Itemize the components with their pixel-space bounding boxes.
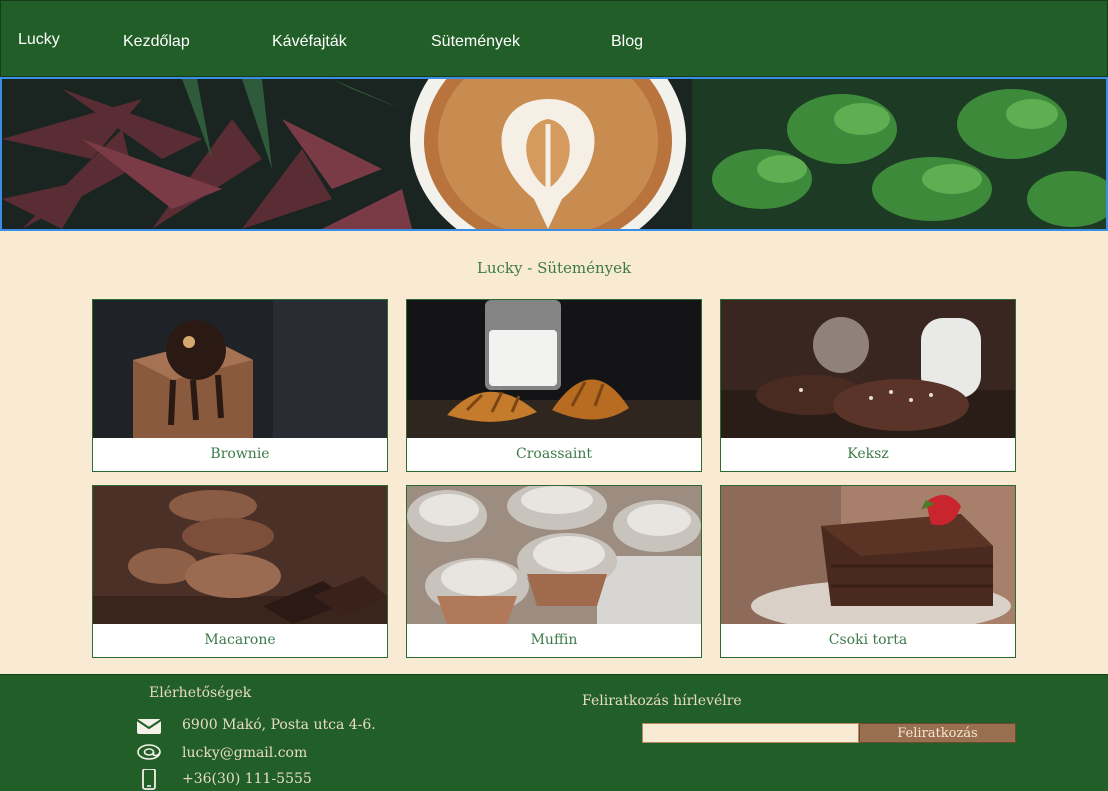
hero-banner	[0, 77, 1108, 231]
product-card-macarone[interactable]: Macarone	[92, 485, 388, 658]
product-label: Croassaint	[407, 438, 701, 471]
nav-link-home[interactable]: Kezdőlap	[123, 33, 190, 51]
nav-link-pastries[interactable]: Sütemények	[431, 33, 520, 51]
address-text: 6900 Makó, Posta utca 4-6.	[182, 717, 376, 733]
product-card-muffin[interactable]: Muffin	[406, 485, 702, 658]
product-label: Csoki torta	[721, 624, 1015, 657]
product-image	[721, 486, 1015, 624]
footer: Elérhetőségek 6900 Makó, Posta utca 4-6.…	[0, 674, 1108, 791]
contact-title: Elérhetőségek	[149, 685, 252, 701]
product-card-cookie[interactable]: Keksz	[720, 299, 1016, 472]
product-card-chocolate-cake[interactable]: Csoki torta	[720, 485, 1016, 658]
at-sign-icon	[136, 743, 162, 765]
product-image	[407, 300, 701, 438]
top-nav: Lucky Kezdőlap Kávéfajták Sütemények Blo…	[0, 0, 1108, 77]
section-title: Lucky - Sütemények	[476, 259, 632, 277]
newsletter-title: Feliratkozás hírlevélre	[582, 693, 742, 709]
nav-link-blog[interactable]: Blog	[611, 33, 643, 51]
email-link[interactable]: lucky@gmail.com	[182, 745, 307, 761]
product-card-croissant[interactable]: Croassaint	[406, 299, 702, 472]
product-image	[721, 300, 1015, 438]
product-label: Macarone	[93, 624, 387, 657]
product-image	[93, 300, 387, 438]
pastries-section: Lucky - Sütemények Brownie Croassaint Ke…	[0, 231, 1108, 674]
newsletter-email-input[interactable]	[642, 723, 859, 743]
hero-image	[2, 79, 1106, 229]
subscribe-button[interactable]: Feliratkozás	[859, 723, 1016, 743]
product-label: Muffin	[407, 624, 701, 657]
envelope-icon	[136, 715, 162, 737]
product-label: Brownie	[93, 438, 387, 471]
phone-text: +36(30) 111-5555	[182, 771, 312, 787]
brand-logo[interactable]: Lucky	[18, 31, 60, 49]
product-label: Keksz	[721, 438, 1015, 471]
phone-icon	[136, 768, 162, 791]
product-card-brownie[interactable]: Brownie	[92, 299, 388, 472]
nav-link-coffee-types[interactable]: Kávéfajták	[272, 33, 347, 51]
product-image	[93, 486, 387, 624]
product-image	[407, 486, 701, 624]
